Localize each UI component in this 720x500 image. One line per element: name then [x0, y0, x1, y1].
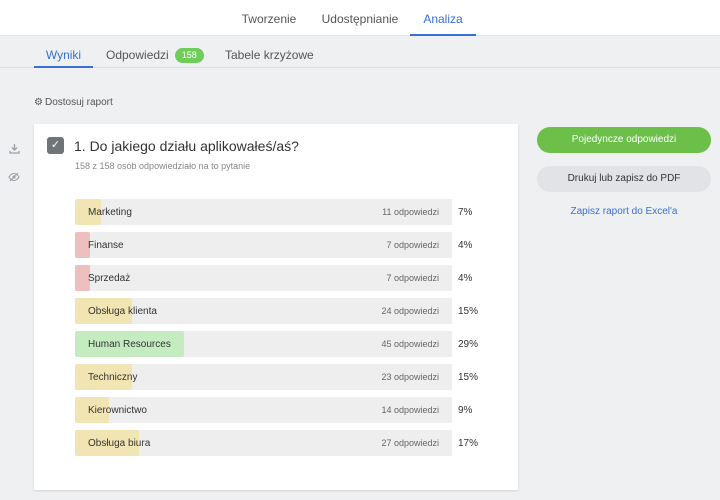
- answer-row: Kierownictwo 14 odpowiedzi: [75, 397, 452, 423]
- answer-row: Finanse 7 odpowiedzi: [75, 232, 452, 258]
- answer-row: Marketing 11 odpowiedzi: [75, 199, 452, 225]
- answer-row: Human Resources 45 odpowiedzi: [75, 331, 452, 357]
- answer-label: Human Resources: [88, 339, 171, 350]
- question-checkbox[interactable]: ✓: [47, 137, 64, 154]
- customize-report-label: Dostosuj raport: [44, 97, 113, 108]
- answer-count: 24 odpowiedzi: [381, 306, 439, 316]
- answer-count: 7 odpowiedzi: [386, 273, 439, 283]
- answer-count: 14 odpowiedzi: [381, 405, 439, 415]
- answer-percent: 17%: [458, 438, 479, 449]
- question-title: 1. Do jakiego działu aplikowałeś/aś?: [74, 138, 299, 154]
- answer-percent: 7%: [458, 207, 473, 218]
- answer-count: 7 odpowiedzi: [386, 240, 439, 250]
- answer-label: Finanse: [88, 240, 124, 251]
- tab-odpowiedzi-label: Odpowiedzi: [106, 48, 169, 62]
- customize-report-link[interactable]: ⚙ Dostosuj raport: [34, 97, 113, 108]
- sub-navigation: Wyniki Odpowiedzi 158 Tabele krzyżowe: [0, 36, 720, 68]
- tab-odpowiedzi[interactable]: Odpowiedzi 158: [106, 36, 204, 68]
- answer-label: Kierownictwo: [88, 405, 147, 416]
- gear-icon: ⚙: [34, 97, 43, 108]
- answer-percent: 15%: [458, 306, 479, 317]
- top-navigation: Tworzenie Udostępnianie Analiza: [0, 0, 720, 36]
- eye-off-icon[interactable]: [7, 172, 21, 186]
- answer-row: Obsługa biura 27 odpowiedzi: [75, 430, 452, 456]
- answer-label: Sprzedaż: [88, 273, 131, 284]
- answer-row: Sprzedaż 7 odpowiedzi: [75, 265, 452, 291]
- download-icon[interactable]: [7, 143, 21, 157]
- tab-wyniki[interactable]: Wyniki: [34, 36, 93, 68]
- tab-udostepnianie[interactable]: Udostępnianie: [312, 0, 408, 36]
- answer-label: Obsługa biura: [88, 438, 151, 449]
- question-response-summary: 158 z 158 osób odpowiedziało na to pytan…: [75, 161, 251, 171]
- answer-label: Marketing: [88, 207, 132, 218]
- print-pdf-button[interactable]: Drukuj lub zapisz do PDF: [537, 166, 711, 192]
- tab-tabele-krzyzowe[interactable]: Tabele krzyżowe: [225, 36, 314, 68]
- answer-row: Techniczny 23 odpowiedzi: [75, 364, 452, 390]
- answer-label: Techniczny: [88, 372, 138, 383]
- answer-percent: 15%: [458, 372, 479, 383]
- single-responses-button[interactable]: Pojedyncze odpowiedzi: [537, 127, 711, 153]
- answer-percent: 9%: [458, 405, 473, 416]
- answer-percent: 4%: [458, 240, 473, 251]
- answer-label: Obsługa klienta: [88, 306, 157, 317]
- answer-count: 27 odpowiedzi: [381, 438, 439, 448]
- answer-count: 11 odpowiedzi: [382, 207, 439, 217]
- responses-count-badge: 158: [174, 48, 204, 63]
- answer-count: 45 odpowiedzi: [381, 339, 439, 349]
- answer-percent: 4%: [458, 273, 473, 284]
- answer-row: Obsługa klienta 24 odpowiedzi: [75, 298, 452, 324]
- export-excel-link[interactable]: Zapisz raport do Excel'a: [537, 206, 711, 217]
- answer-count: 23 odpowiedzi: [381, 372, 439, 382]
- tab-analiza[interactable]: Analiza: [410, 0, 476, 36]
- answer-percent: 29%: [458, 339, 479, 350]
- question-card: ✓ 1. Do jakiego działu aplikowałeś/aś? 1…: [34, 124, 518, 490]
- tab-tworzenie[interactable]: Tworzenie: [231, 0, 307, 36]
